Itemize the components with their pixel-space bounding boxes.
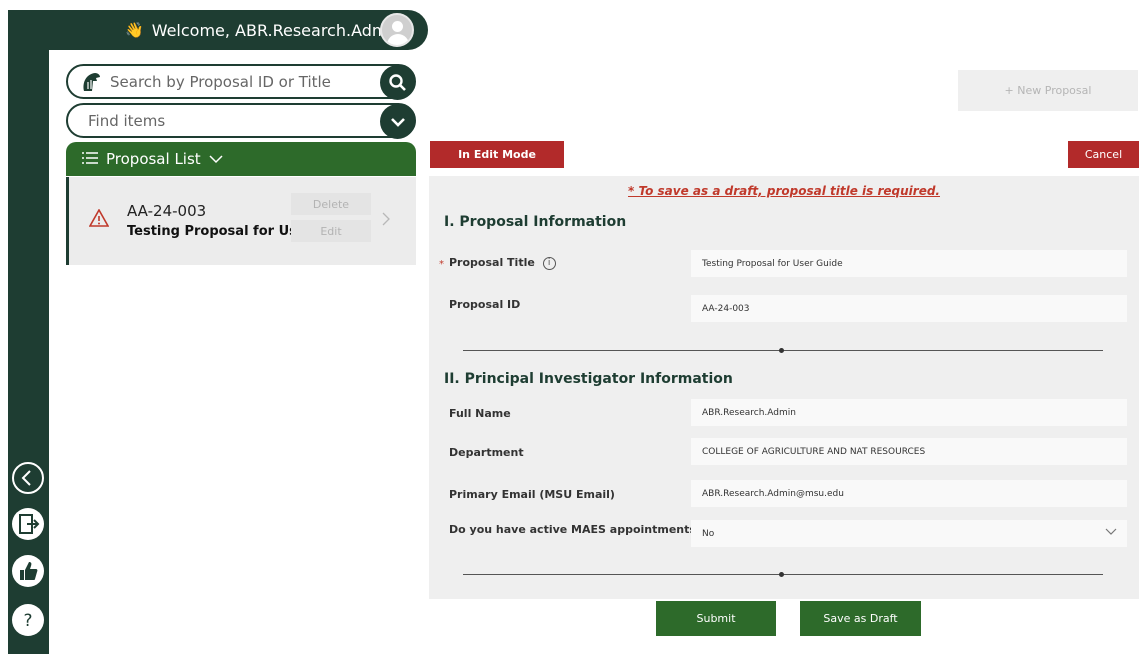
proposal-id-value: AA-24-003: [702, 303, 750, 314]
info-icon[interactable]: i: [542, 256, 556, 270]
app-root: 👋 Welcome, ABR.Research.Admin ? Search b…: [0, 0, 1139, 654]
department-field[interactable]: COLLEGE OF AGRICULTURE AND NAT RESOURCES: [691, 438, 1127, 465]
search-icon[interactable]: [380, 65, 415, 100]
welcome-banner: 👋 Welcome, ABR.Research.Admin: [125, 10, 402, 50]
chevron-down-icon: [1105, 528, 1117, 539]
proposal-title: Testing Proposal for User: [127, 224, 313, 239]
cancel-button[interactable]: Cancel: [1068, 141, 1139, 168]
help-icon[interactable]: ?: [11, 603, 45, 637]
department-value: COLLEGE OF AGRICULTURE AND NAT RESOURCES: [702, 446, 926, 457]
welcome-text: Welcome, ABR.Research.Admin: [151, 20, 403, 40]
department-label: Department: [449, 446, 524, 459]
required-mark: *: [439, 259, 444, 270]
new-proposal-button[interactable]: + New Proposal: [958, 70, 1138, 111]
proposal-id: AA-24-003: [127, 202, 207, 220]
list-item[interactable]: AA-24-003 Testing Proposal for User Dele…: [66, 177, 416, 265]
proposal-title-label-text: Proposal Title: [449, 256, 535, 269]
email-label: Primary Email (MSU Email): [449, 488, 615, 501]
search-placeholder: Search by Proposal ID or Title: [110, 73, 331, 91]
full-name-field[interactable]: ABR.Research.Admin: [691, 399, 1127, 426]
email-value: ABR.Research.Admin@msu.edu: [702, 488, 844, 499]
proposal-id-label: Proposal ID: [449, 298, 521, 311]
draft-note: * To save as a draft, proposal title is …: [628, 184, 940, 198]
proposal-list-label: Proposal List: [106, 150, 201, 168]
maes-label: Do you have active MAES appointments?: [449, 523, 703, 536]
delete-button[interactable]: Delete: [291, 193, 371, 215]
proposal-title-value: Testing Proposal for User Guide: [702, 258, 843, 269]
submit-button[interactable]: Submit: [656, 601, 776, 636]
spartan-logo-icon: [83, 73, 100, 91]
proposal-title-field[interactable]: Testing Proposal for User Guide: [691, 250, 1127, 277]
chevron-down-icon[interactable]: [380, 104, 415, 139]
warning-icon: [88, 208, 110, 231]
chevron-right-icon[interactable]: [381, 211, 391, 231]
proposal-list-header[interactable]: Proposal List: [66, 142, 416, 176]
edit-button[interactable]: Edit: [291, 220, 371, 242]
svg-text:?: ?: [23, 611, 32, 631]
collapse-left-icon[interactable]: [11, 461, 45, 495]
section-pi-information: II. Principal Investigator Information: [444, 371, 733, 387]
proposal-form: * To save as a draft, proposal title is …: [429, 176, 1139, 599]
search-box[interactable]: Search by Proposal ID or Title: [66, 64, 416, 100]
chevron-down-icon: [209, 150, 223, 168]
proposal-id-field[interactable]: AA-24-003: [691, 295, 1127, 322]
save-draft-button[interactable]: Save as Draft: [800, 601, 921, 636]
find-items-box[interactable]: Find items: [66, 103, 416, 139]
find-items-placeholder: Find items: [88, 112, 166, 130]
list-menu-icon: [82, 150, 98, 168]
thumbs-up-icon[interactable]: [11, 554, 45, 588]
user-avatar-icon[interactable]: [380, 13, 414, 47]
section-divider: [463, 348, 1103, 353]
email-field[interactable]: ABR.Research.Admin@msu.edu: [691, 480, 1127, 507]
maes-dropdown[interactable]: No: [691, 520, 1127, 547]
wave-hand-icon: 👋: [125, 21, 144, 39]
section-proposal-information: I. Proposal Information: [444, 214, 627, 230]
full-name-label: Full Name: [449, 407, 511, 420]
proposal-title-label: Proposal Title i: [449, 256, 556, 270]
full-name-value: ABR.Research.Admin: [702, 407, 796, 418]
maes-value: No: [702, 528, 715, 539]
edit-mode-button[interactable]: In Edit Mode: [430, 141, 564, 168]
section-divider: [463, 572, 1103, 577]
sign-out-icon[interactable]: [11, 507, 45, 541]
